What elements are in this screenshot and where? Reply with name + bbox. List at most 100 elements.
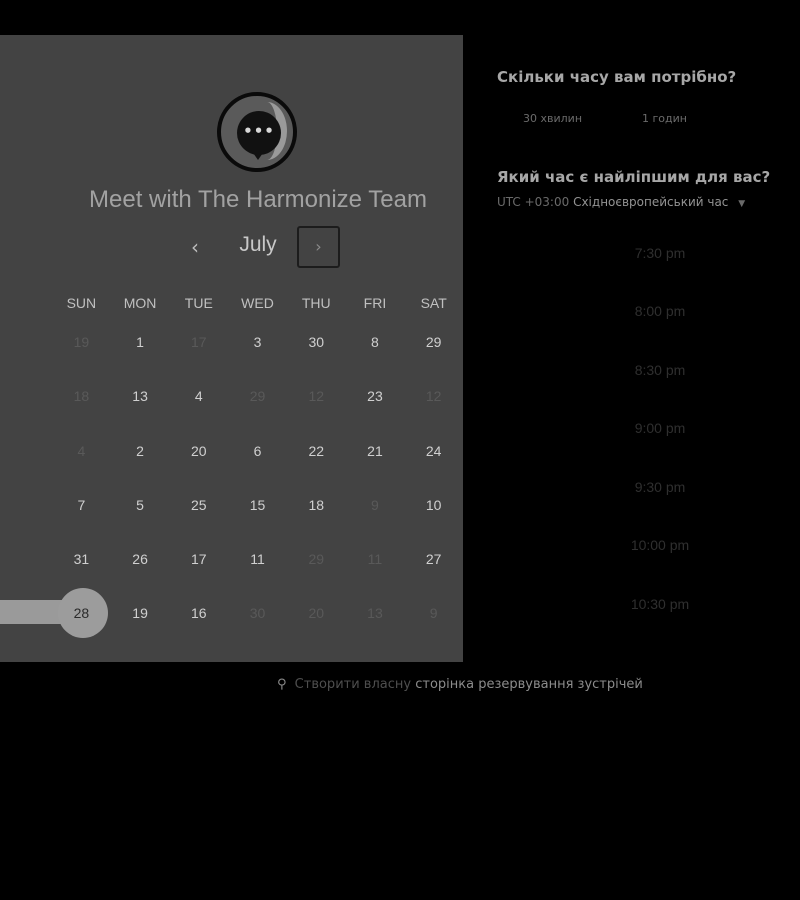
calendar-day[interactable]: 3 [228,330,287,380]
calendar-day-number: 21 [367,443,383,459]
calendar-day[interactable]: 11 [228,547,287,597]
calendar-day[interactable]: 16 [169,601,228,651]
calendar-day: 18 [52,384,111,434]
calendar-day-number: 29 [425,334,442,350]
calendar-day-number: 17 [191,334,207,350]
time-slot[interactable]: 10:00 pm [497,523,800,567]
calendar-day-number: 18 [73,388,90,404]
time-heading: Який час є найліпшим для вас? [497,168,771,186]
calendar-day[interactable]: 25 [169,493,228,543]
time-slot[interactable]: 9:30 pm [497,465,800,509]
calendar-day[interactable]: 17 [169,547,228,597]
calendar-day[interactable]: 13 [111,384,170,434]
calendar-day: 4 [52,439,111,489]
calendar-day: 30 [228,601,287,651]
calendar-day[interactable]: 5 [111,493,170,543]
calendar-day[interactable]: 21 [346,439,405,489]
timezone-name: Східноєвропейський час [573,195,729,209]
calendar-day[interactable]: 20 [169,439,228,489]
weekday-fri: FRI [363,295,387,311]
hubspot-sprocket-icon: ⚲ [277,677,287,692]
calendar-day: 17 [169,330,228,380]
calendar-day-selected[interactable]: 28 [52,588,111,651]
timezone-offset: UTC +03:00 [497,195,570,209]
calendar-day-number: 25 [191,497,207,513]
calendar-day-number: 9 [429,605,438,621]
calendar-day[interactable]: 18 [287,493,346,543]
calendar-day-number: 17 [191,551,207,567]
calendar-week-row: 4 2 20 6 22 21 24 [52,439,463,489]
calendar-day-number: 13 [132,388,148,404]
next-month-button[interactable]: › [297,226,340,268]
calendar-day: 13 [346,601,405,651]
weekday-thu: THU [301,295,331,311]
month-label: July [239,233,277,256]
chevron-down-icon: ▼ [738,199,746,209]
calendar-day-number: 19 [73,334,90,350]
weekday-sat: SAT [420,295,447,311]
calendar-day-number: 12 [308,388,325,404]
calendar-day[interactable]: 6 [228,439,287,489]
calendar-day-number: 12 [425,388,442,404]
calendar-day-number: 11 [367,551,383,567]
calendar-day: 9 [346,493,405,543]
calendar-day-number: 15 [249,497,266,513]
calendar-day-number: 16 [191,605,207,621]
timezone-select[interactable]: UTC +03:00 Східноєвропейський час ▼ [497,195,745,209]
calendar-day-number: 22 [308,443,325,459]
calendar-day[interactable]: 1 [111,330,170,380]
calendar-day-number: 30 [308,334,325,350]
weekday-header: SUN MON TUE WED THU FRI SAT [52,295,463,311]
calendar-day-number: 1 [136,334,144,350]
calendar-day[interactable]: 10 [404,493,463,543]
calendar-day[interactable]: 19 [111,601,170,651]
calendar-day-number: 18 [308,497,325,513]
calendar-day: 12 [287,384,346,434]
footer-promo: ⚲ Створити власну сторінка резервування … [277,677,643,692]
calendar-day-number: 10 [425,497,442,513]
calendar-day-number: 20 [191,443,207,459]
calendar-day-number: 9 [371,497,379,513]
time-slot[interactable]: 7:30 pm [497,231,800,275]
footer-link[interactable]: сторінка резервування зустрічей [415,677,643,692]
calendar-day[interactable]: 24 [404,439,463,489]
calendar-day-number: 8 [371,334,379,350]
calendar-day: 20 [287,601,346,651]
duration-option-30min[interactable]: 30 хвилин [523,112,582,125]
dots-icon: ••• [243,122,275,140]
calendar-day: 19 [52,330,111,380]
duration-option-1hour[interactable]: 1 годин [642,112,687,125]
calendar-week-row: 31 26 17 11 29 11 27 [52,547,463,597]
calendar-day-number: 23 [367,388,383,404]
calendar-day: 29 [287,547,346,597]
calendar-day-number: 19 [132,605,148,621]
calendar-day-number: 11 [250,551,265,567]
calendar-day[interactable]: 8 [346,330,405,380]
calendar-day: 12 [404,384,463,434]
calendar-day-number: 28 [73,605,90,621]
calendar-day-number: 4 [194,388,203,404]
calendar-day[interactable]: 15 [228,493,287,543]
prev-month-button[interactable]: ‹ [180,233,210,263]
calendar-day[interactable]: 26 [111,547,170,597]
calendar-day[interactable]: 23 [346,384,405,434]
calendar-day-number: 20 [308,605,325,621]
time-slot[interactable]: 10:30 pm [497,582,800,626]
calendar-day[interactable]: 27 [404,547,463,597]
calendar-day[interactable]: 30 [287,330,346,380]
calendar-day: 11 [346,547,405,597]
host-logo: ••• [217,92,297,172]
weekday-mon: MON [123,295,157,311]
calendar-day-number: 29 [308,551,325,567]
meeting-title: Meet with The Harmonize Team [89,186,427,213]
calendar-day[interactable]: 29 [404,330,463,380]
calendar-day[interactable]: 7 [52,493,111,543]
time-slot[interactable]: 8:30 pm [497,348,800,392]
calendar-day[interactable]: 2 [111,439,170,489]
calendar-day-number: 7 [77,497,86,513]
time-slot[interactable]: 9:00 pm [497,406,800,450]
calendar-day[interactable]: 22 [287,439,346,489]
calendar-day[interactable]: 4 [169,384,228,434]
time-slot[interactable]: 8:00 pm [497,289,800,333]
calendar-week-row: 28 19 16 30 20 13 9 [52,588,463,651]
